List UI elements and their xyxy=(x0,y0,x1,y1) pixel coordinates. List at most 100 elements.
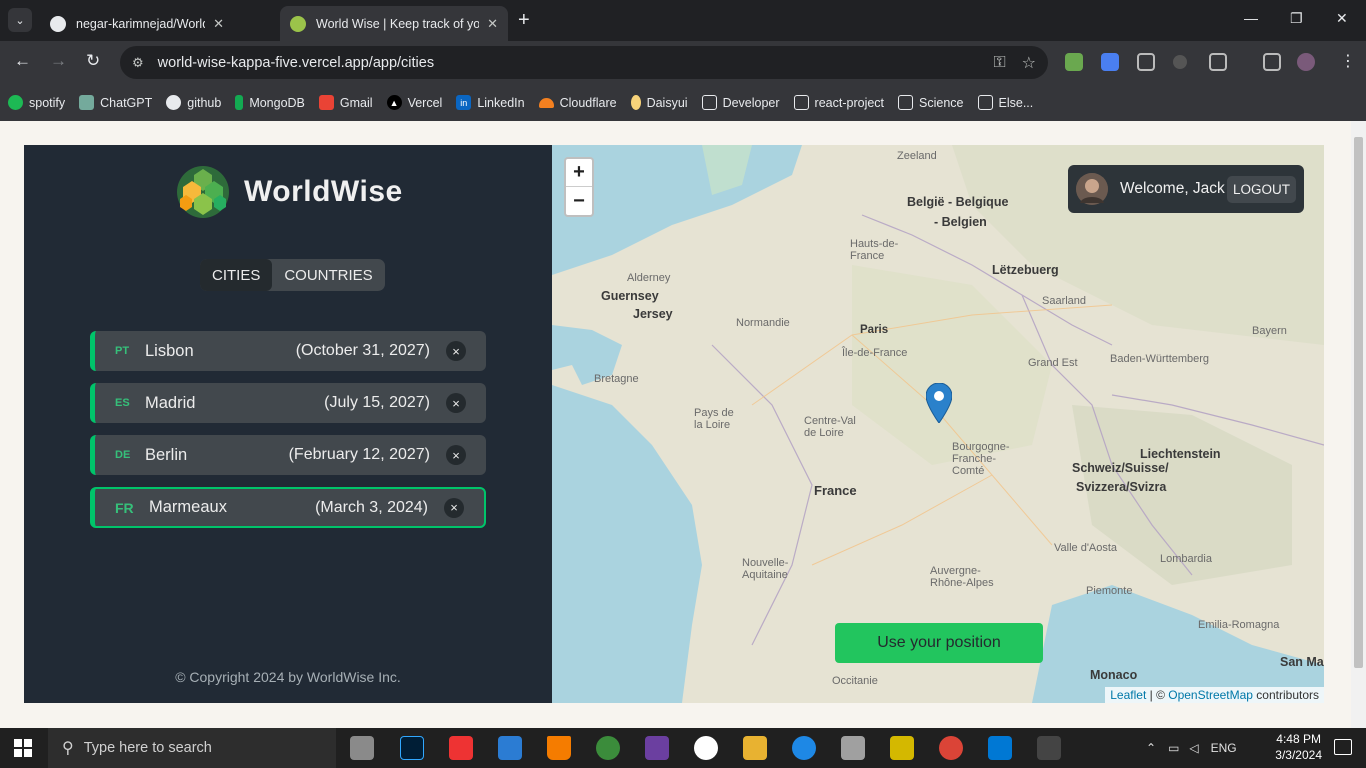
page-scrollbar[interactable] xyxy=(1351,121,1366,728)
app-logo[interactable]: WorldWise xyxy=(176,165,403,219)
profile-avatar[interactable] xyxy=(1297,53,1315,71)
logout-button[interactable]: LOGOUT xyxy=(1226,175,1296,203)
app-icon[interactable] xyxy=(449,736,473,760)
password-key-icon[interactable]: ⚿ xyxy=(993,54,1005,72)
scroll-thumb[interactable] xyxy=(1354,137,1363,668)
menu-kebab-icon[interactable]: ⋮ xyxy=(1340,51,1358,70)
chatgpt-icon xyxy=(79,95,95,110)
recycle-bin-icon[interactable] xyxy=(350,736,374,760)
notification-icon[interactable] xyxy=(1334,739,1352,755)
github-desktop-icon[interactable] xyxy=(694,736,718,760)
back-icon[interactable]: ← xyxy=(14,51,31,71)
address-bar[interactable]: ⚙ world-wise-kappa-five.vercel.app/app/c… xyxy=(120,46,1048,79)
chevron-up-icon[interactable]: ⌃ xyxy=(1146,741,1156,755)
map-label: Paris xyxy=(860,324,889,336)
close-window-icon[interactable]: ✕ xyxy=(1336,10,1348,27)
delete-city-button[interactable]: × xyxy=(444,497,464,518)
browser-tab-worldwise[interactable]: World Wise | Keep track of your ✕ xyxy=(280,6,508,41)
search-placeholder: Type here to search xyxy=(83,740,212,756)
restore-icon[interactable]: ❐ xyxy=(1290,10,1303,27)
app-icon[interactable] xyxy=(792,736,816,760)
use-position-button[interactable]: Use your position xyxy=(835,623,1043,663)
close-tab-icon[interactable]: ✕ xyxy=(487,16,498,32)
bookmark-folder-science[interactable]: Science xyxy=(898,95,964,110)
extension-icon[interactable] xyxy=(1173,55,1187,69)
url-text[interactable]: world-wise-kappa-five.vercel.app/app/cit… xyxy=(158,55,978,71)
city-item-selected[interactable]: FR Marmeaux (March 3, 2024) × xyxy=(90,487,486,528)
bookmark-star-icon[interactable]: ☆ xyxy=(1022,53,1036,73)
user-panel: Welcome, Jack LOGOUT xyxy=(1068,165,1304,213)
bookmark-chatgpt[interactable]: ChatGPT xyxy=(79,95,152,110)
country-code: DE xyxy=(115,449,131,461)
spotify-icon xyxy=(8,95,23,110)
map-marker-icon[interactable] xyxy=(926,383,952,423)
forward-icon[interactable]: → xyxy=(50,51,67,71)
map-label: Centre-Val de Loire xyxy=(804,415,856,439)
extension-icon[interactable] xyxy=(1065,53,1083,71)
city-item[interactable]: PT Lisbon (October 31, 2027) × xyxy=(90,331,486,371)
chrome-icon[interactable] xyxy=(939,736,963,760)
app-icon[interactable] xyxy=(498,736,522,760)
bookmark-gmail[interactable]: Gmail xyxy=(318,95,373,110)
tab-search-button[interactable]: ⌄ xyxy=(8,8,32,32)
photoshop-icon[interactable] xyxy=(400,736,424,760)
file-explorer-icon[interactable] xyxy=(743,736,767,760)
app-icon[interactable] xyxy=(890,736,914,760)
bookmark-label: Else... xyxy=(998,95,1034,110)
network-icon[interactable]: ▭ xyxy=(1168,741,1179,755)
zoom-in-button[interactable]: + xyxy=(566,159,592,187)
visual-studio-icon[interactable] xyxy=(645,736,669,760)
site-info-icon[interactable]: ⚙ xyxy=(132,55,144,71)
delete-city-button[interactable]: × xyxy=(446,393,466,413)
vlc-icon[interactable] xyxy=(547,736,571,760)
tab-cities[interactable]: CITIES xyxy=(200,259,273,291)
bookmark-mongodb[interactable]: MongoDB xyxy=(235,95,305,110)
bookmark-folder-developer[interactable]: Developer xyxy=(701,95,780,110)
github-favicon-icon xyxy=(50,15,66,32)
volume-icon[interactable]: ◁ xyxy=(1189,741,1198,755)
translate-icon[interactable] xyxy=(1101,53,1119,71)
city-item[interactable]: DE Berlin (February 12, 2027) × xyxy=(90,435,486,475)
side-panel-icon[interactable] xyxy=(1263,53,1281,71)
taskbar-search-box[interactable]: ⚲ Type here to search xyxy=(48,728,336,768)
app-icon[interactable] xyxy=(1037,736,1061,760)
taskbar-clock[interactable]: 4:48 PM 3/3/2024 xyxy=(1275,731,1322,763)
map-view[interactable]: Zeeland België - Belgique - Belgien Lëtz… xyxy=(552,145,1324,703)
city-date: (July 15, 2027) xyxy=(324,394,430,411)
attribution-text: contributors xyxy=(1252,688,1319,702)
save-page-icon[interactable] xyxy=(1137,53,1155,71)
bookmark-folder-react-project[interactable]: react-project xyxy=(793,95,884,110)
app-icon[interactable] xyxy=(596,736,620,760)
city-item[interactable]: ES Madrid (July 15, 2027) × xyxy=(90,383,486,423)
close-tab-icon[interactable]: ✕ xyxy=(213,16,224,32)
extensions-puzzle-icon[interactable] xyxy=(1209,53,1227,71)
bookmark-github[interactable]: github xyxy=(166,95,221,110)
bookmark-label: MongoDB xyxy=(249,95,305,110)
app-icon[interactable] xyxy=(841,736,865,760)
welcome-text: Welcome, Jack xyxy=(1120,180,1225,197)
leaflet-link[interactable]: Leaflet xyxy=(1110,688,1146,702)
minimize-icon[interactable]: — xyxy=(1244,10,1258,26)
bookmark-cloudflare[interactable]: Cloudflare xyxy=(538,96,617,110)
tab-countries[interactable]: COUNTRIES xyxy=(272,259,384,291)
city-date: (March 3, 2024) xyxy=(315,498,428,516)
browser-tab-github[interactable]: negar-karimnejad/World-Wise ✕ xyxy=(40,6,234,41)
linkedin-icon: in xyxy=(456,95,472,110)
bookmark-daisyui[interactable]: Daisyui xyxy=(630,95,688,110)
map-label: Baden-Württemberg xyxy=(1110,353,1210,365)
delete-city-button[interactable]: × xyxy=(446,341,466,361)
map-label: Grand Est xyxy=(1028,357,1078,369)
bookmark-spotify[interactable]: spotify xyxy=(8,95,65,110)
bookmark-folder-else[interactable]: Else... xyxy=(977,95,1034,110)
windows-start-icon[interactable] xyxy=(14,739,32,757)
delete-city-button[interactable]: × xyxy=(446,445,466,465)
bookmark-vercel[interactable]: ▲ Vercel xyxy=(386,95,442,110)
bookmark-linkedin[interactable]: in LinkedIn xyxy=(456,95,525,110)
osm-link[interactable]: OpenStreetMap xyxy=(1168,688,1253,702)
language-indicator[interactable]: ENG xyxy=(1211,741,1237,755)
map-label: Hauts-de-France xyxy=(850,238,899,262)
zoom-out-button[interactable]: − xyxy=(566,187,592,215)
vscode-icon[interactable] xyxy=(988,736,1012,760)
new-tab-icon[interactable]: + xyxy=(518,9,530,31)
reload-icon[interactable]: ↻ xyxy=(86,51,100,71)
